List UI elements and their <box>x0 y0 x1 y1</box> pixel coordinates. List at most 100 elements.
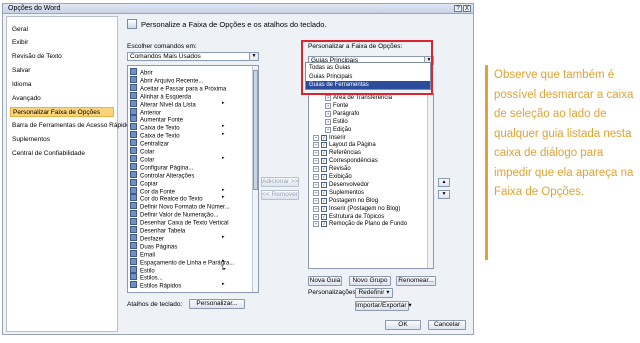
command-item[interactable]: Aceitar e Passar para a Próxima <box>130 83 226 92</box>
command-item[interactable]: Copiar <box>130 178 158 187</box>
expand-icon[interactable]: + <box>313 142 319 149</box>
commands-list[interactable]: Abrir Abrir Arquivo Recente... Aceitar e P… <box>127 65 259 293</box>
ribbon-tab-item[interactable]: + Edição <box>325 126 351 134</box>
tab-checkbox[interactable]: ✓ <box>321 142 327 149</box>
tab-checkbox[interactable]: ✓ <box>321 158 327 165</box>
nav-item[interactable]: Salvar <box>10 66 116 76</box>
nav-item[interactable]: Suplementos <box>10 135 116 145</box>
tab-checkbox[interactable]: ✓ <box>321 134 327 141</box>
nav-item[interactable]: Exibir <box>10 38 116 48</box>
reset-button[interactable]: Redefinir ▾ <box>355 288 393 298</box>
nav-item[interactable]: Central de Confiabilidade <box>10 149 116 159</box>
command-item[interactable]: Colar <box>130 147 154 156</box>
tab-checkbox[interactable]: ✓ <box>321 181 327 188</box>
command-item[interactable]: Abrir Arquivo Recente... <box>130 75 203 84</box>
nav-item[interactable]: Idioma <box>10 80 116 90</box>
tab-checkbox[interactable]: ✓ <box>321 213 327 220</box>
nav-item[interactable]: Revisão de Texto <box>10 52 116 62</box>
command-item[interactable]: Estilos... <box>130 273 163 282</box>
expand-icon[interactable]: + <box>325 110 331 117</box>
expand-icon[interactable]: + <box>313 181 319 188</box>
command-item[interactable]: Centralizar <box>130 139 169 148</box>
expand-icon[interactable]: + <box>313 174 319 180</box>
ribbon-tab-item[interactable]: + Parágrafo <box>325 110 359 118</box>
command-item[interactable]: Estilo I▸ <box>130 265 226 274</box>
tab-checkbox[interactable]: ✓ <box>321 150 327 157</box>
command-item[interactable]: Abrir <box>130 68 153 77</box>
expand-icon[interactable]: + <box>313 213 319 220</box>
tab-checkbox[interactable]: ✓ <box>321 174 327 180</box>
ribbon-tab-item[interactable]: + ✓ Inserir (Postagem no Blog) <box>313 205 400 213</box>
ribbon-tab-item[interactable]: + ✓ Remoção de Plano de Fundo <box>313 221 407 228</box>
tree-scrollbar[interactable] <box>427 94 433 268</box>
nav-item[interactable]: Avançado <box>10 94 116 104</box>
expand-icon[interactable]: + <box>325 102 331 109</box>
tab-checkbox[interactable]: ✓ <box>321 205 327 212</box>
add-button[interactable]: Adicionar >> <box>261 177 299 187</box>
command-item[interactable]: Espaçamento de Linha e Parágra... ▸ <box>130 257 234 266</box>
chevron-down-icon[interactable]: ▼ <box>249 53 258 60</box>
ribbon-tab-item[interactable]: + ✓ Inserir <box>313 134 346 142</box>
ribbon-tab-item[interactable]: + Fonte <box>325 102 348 110</box>
ribbon-tab-item[interactable]: + ✓ Referências <box>313 150 361 157</box>
new-tab-button[interactable]: Nova Guia <box>308 276 342 286</box>
command-item[interactable]: Desfazer ▸ <box>130 233 225 242</box>
ribbon-tree[interactable]: + Área de Transferência + Fonte + Parágrafo + E… <box>308 93 434 269</box>
ribbon-tab-item[interactable]: + Estilo <box>325 118 348 126</box>
ribbon-tab-item[interactable]: + ✓ Correspondências <box>313 158 378 165</box>
command-item[interactable]: Duas Páginas <box>130 241 177 250</box>
expand-icon[interactable]: + <box>313 189 319 196</box>
command-item[interactable]: Email <box>130 249 155 258</box>
tab-checkbox[interactable]: ✓ <box>321 189 327 196</box>
ribbon-tab-item[interactable]: + ✓ Layout da Página <box>313 142 376 149</box>
command-item[interactable]: Anterior <box>130 107 161 116</box>
ribbon-tab-item[interactable]: + ✓ Revisão <box>313 166 351 173</box>
close-button[interactable]: X <box>463 5 471 12</box>
ribbon-tab-item[interactable]: + Área de Transferência <box>325 95 392 102</box>
command-item[interactable]: Caixa de Texto ▸ <box>130 123 225 132</box>
scrollbar-thumb[interactable] <box>253 70 258 190</box>
expand-icon[interactable]: + <box>325 118 331 125</box>
command-item[interactable]: Definir Valor de Numeração... <box>130 210 219 219</box>
tab-checkbox[interactable]: ✓ <box>321 221 327 228</box>
tab-checkbox[interactable]: ✓ <box>321 166 327 173</box>
command-item[interactable]: Aumentar Fonte <box>130 115 183 124</box>
nav-item[interactable]: Geral <box>10 25 116 35</box>
ribbon-tab-item[interactable]: + ✓ Postagem no Blog <box>313 197 378 205</box>
expand-icon[interactable]: + <box>325 95 331 101</box>
expand-icon[interactable]: + <box>313 205 319 212</box>
command-item[interactable]: Desenhar Caixa de Texto Vertical <box>130 218 229 227</box>
ribbon-tab-item[interactable]: + ✓ Desenvolvedor <box>313 181 369 189</box>
move-down-button[interactable]: ▼ <box>438 190 450 199</box>
commands-scrollbar[interactable] <box>252 66 258 292</box>
ok-button[interactable]: OK <box>385 320 421 330</box>
command-item[interactable]: Colar ▸ <box>130 154 225 163</box>
command-item[interactable]: Cor do Realce do Texto ▸ <box>130 194 225 203</box>
command-item[interactable]: Estilos Rápidos ▸ <box>130 281 225 290</box>
customize-shortcuts-button[interactable]: Personalizar... <box>189 299 245 309</box>
ribbon-tab-item[interactable]: + ✓ Suplementos <box>313 189 364 197</box>
choose-commands-combo[interactable]: Comandos Mais Usados ▼ <box>127 52 259 61</box>
ribbon-tab-item[interactable]: + ✓ Estrutura de Tópicos <box>313 213 384 221</box>
expand-icon[interactable]: + <box>313 158 319 165</box>
expand-icon[interactable]: + <box>313 150 319 157</box>
import-export-button[interactable]: Importar/Exportar ▾ <box>355 301 412 311</box>
command-item[interactable]: Configurar Página... <box>130 162 193 171</box>
ribbon-tab-item[interactable]: + ✓ Exibição <box>313 174 352 181</box>
expand-icon[interactable]: + <box>313 197 319 204</box>
cancel-button[interactable]: Cancelar <box>428 320 466 330</box>
expand-icon[interactable]: + <box>313 166 319 173</box>
command-item[interactable]: Alinhar à Esquerda <box>130 91 191 100</box>
command-item[interactable]: Desenhar Tabela <box>130 226 185 235</box>
command-item[interactable]: Cor da Fonte ▸ <box>130 186 225 195</box>
expand-icon[interactable]: + <box>313 221 319 228</box>
expand-icon[interactable]: + <box>325 126 331 133</box>
remove-button[interactable]: << Remover <box>261 190 299 200</box>
new-group-button[interactable]: Novo Grupo <box>349 276 391 286</box>
nav-item[interactable]: Barra de Ferramentas de Acesso Rápido <box>10 121 130 131</box>
help-button[interactable]: ? <box>454 5 462 12</box>
command-item[interactable]: Caixa de Texto ▸ <box>130 131 225 140</box>
command-item[interactable]: Alterar Nível da Lista ▸ <box>130 99 225 108</box>
rename-button[interactable]: Renomear... <box>396 276 436 286</box>
command-item[interactable]: Definir Novo Formato de Númer... <box>130 202 230 211</box>
